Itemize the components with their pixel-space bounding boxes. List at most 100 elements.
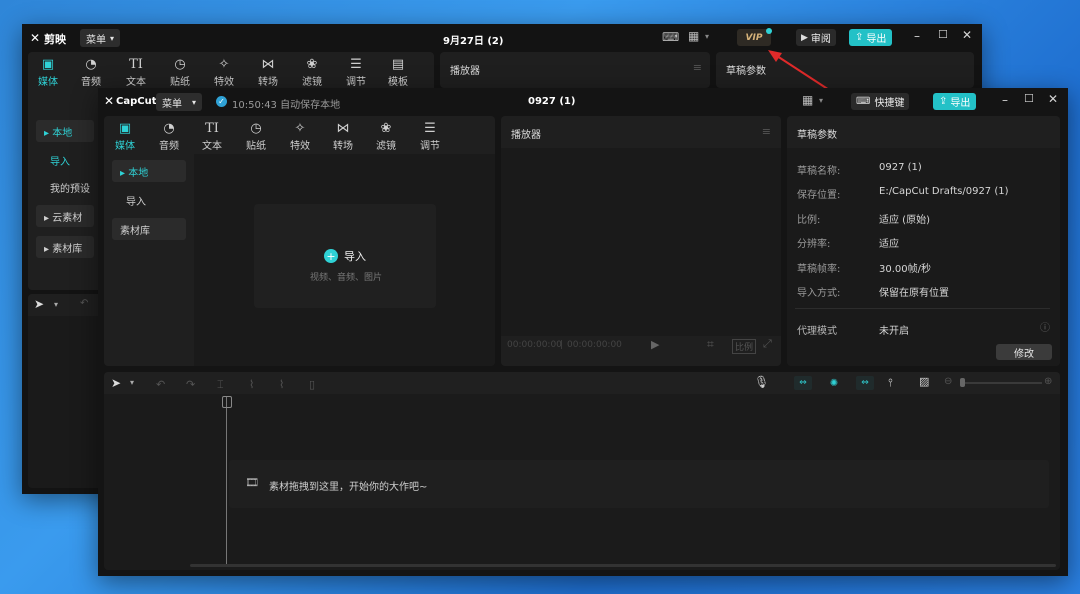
help-icon[interactable]: ⓘ: [1040, 319, 1050, 334]
back-menu-button[interactable]: 菜单 ▾: [80, 29, 121, 47]
back-tool-transition[interactable]: ⋈ 转场: [248, 56, 288, 89]
audio-icon: ◔: [163, 120, 175, 136]
back-logo-icon: ✕: [30, 31, 41, 45]
delete-icon[interactable]: ▯: [309, 378, 315, 391]
modify-button[interactable]: 修改: [996, 344, 1052, 360]
tool-filter[interactable]: ❀ 滤镜: [366, 120, 406, 153]
timeline-track-header: [104, 394, 190, 570]
minimize-icon[interactable]: –: [1002, 93, 1008, 107]
maximize-icon[interactable]: ☐: [938, 28, 948, 41]
back-sidebar-local[interactable]: ▸ 本地: [36, 120, 94, 142]
zoom-slider-handle[interactable]: [960, 378, 965, 387]
back-timeline-toolbar: ➤ ▾ ↶: [28, 294, 108, 316]
prop-resolution-value: 适应: [879, 239, 899, 250]
back-tool-effects[interactable]: ✧ 特效: [204, 56, 244, 89]
front-menu-button[interactable]: 菜单 ▾: [156, 93, 203, 111]
export-icon: ⇪: [939, 96, 948, 107]
draft-title: 草稿参数: [797, 130, 837, 141]
cursor-icon[interactable]: ➤: [34, 297, 44, 311]
back-sidebar-import[interactable]: 导入: [36, 149, 100, 171]
tool-effects[interactable]: ✧ 特效: [280, 120, 320, 153]
tool-text[interactable]: TI 文本: [192, 120, 232, 153]
shortcut-button[interactable]: ⌨ 快捷键: [851, 93, 910, 110]
tool-sticker[interactable]: ◷ 贴纸: [236, 120, 276, 153]
redo-icon[interactable]: ↷: [186, 378, 195, 391]
tool-audio[interactable]: ◔ 音频: [149, 120, 189, 153]
sticker-icon: ◷: [250, 120, 262, 136]
back-sidebar-cloud[interactable]: ▸ 云素材: [36, 205, 94, 227]
zoom-slider[interactable]: [962, 382, 1042, 384]
playhead-handle[interactable]: [222, 396, 232, 408]
tool-media[interactable]: ▣ 媒体: [105, 120, 145, 153]
sidebar-import[interactable]: 导入: [112, 189, 192, 211]
close-icon[interactable]: ✕: [962, 28, 972, 42]
sidebar-library[interactable]: 素材库: [112, 218, 186, 240]
prop-ratio-key: 比例:: [797, 215, 821, 226]
import-button[interactable]: + 导入: [324, 248, 366, 264]
menu-icon[interactable]: ≡: [762, 125, 771, 138]
chevron-down-icon: ▾: [192, 97, 197, 107]
menu-icon[interactable]: ≡: [693, 61, 702, 74]
modify-label: 修改: [1014, 348, 1034, 360]
back-sidebar-library[interactable]: ▸ 素材库: [36, 236, 94, 258]
back-tool-template[interactable]: ▤ 模板: [378, 56, 418, 89]
media-panel: ▣ 媒体 ◔ 音频 TI 文本 ◷ 贴纸 ✧ 特效 ⋈ 转场 ❀ 滤镜 ☰ 调节 ▸ 本地 导入…: [104, 116, 495, 366]
timeline-scrollbar[interactable]: [190, 564, 1056, 567]
layout-icon[interactable]: ▦: [802, 93, 813, 107]
timeline-drop-zone[interactable]: 🎞 素材拖拽到这里，开始你的大作吧~: [229, 460, 1049, 508]
main-track-magnet-icon[interactable]: ⇔: [794, 376, 812, 390]
front-titlebar: ✕ CapCut 菜单 ▾ ✓ 10:50:43 自动保存本地 0927 (1)…: [98, 88, 1068, 116]
sidebar-local[interactable]: ▸ 本地: [112, 160, 186, 182]
play-icon[interactable]: ▶: [651, 338, 659, 351]
split-right-icon[interactable]: ⌇: [279, 378, 284, 391]
fit-screen-icon[interactable]: ⌗: [707, 337, 714, 352]
cursor-icon[interactable]: ➤: [111, 376, 121, 390]
ratio-button[interactable]: 比例: [732, 339, 757, 354]
back-tool-filter[interactable]: ❀ 滤镜: [292, 56, 332, 89]
back-menu-label: 菜单: [86, 34, 106, 46]
shortcut-label: 快捷键: [874, 98, 905, 109]
proxy-mode-key: 代理模式: [797, 326, 837, 337]
back-tool-adjust[interactable]: ☰ 调节: [336, 56, 376, 89]
timeline-toolbar: ➤ ▾ ↶ ↷ ⌶ ⌇ ⌇ ▯ 🎙 ⇔ ✺ ⇔ ⫯ ▨ ⊖ ⊕: [104, 372, 1060, 394]
tool-adjust[interactable]: ☰ 调节: [410, 120, 450, 153]
tool-transition[interactable]: ⋈ 转场: [323, 120, 363, 153]
fullscreen-icon[interactable]: ⤢: [763, 337, 772, 351]
back-tool-sticker[interactable]: ◷ 贴纸: [160, 56, 200, 89]
prop-import-mode-value: 保留在原有位置: [879, 288, 949, 299]
keyboard-icon[interactable]: ⌨: [662, 30, 679, 44]
back-tool-media[interactable]: ▣ 媒体: [28, 56, 68, 89]
back-tool-text[interactable]: TI 文本: [116, 56, 156, 89]
front-window-title: 0927 (1): [528, 96, 576, 107]
autosave-check-icon: ✓: [216, 96, 227, 107]
layout-icon[interactable]: ▦: [688, 29, 699, 43]
back-sidebar-presets[interactable]: 我的预设: [36, 176, 100, 198]
link-icon[interactable]: ⇔: [856, 376, 874, 390]
microphone-icon[interactable]: 🎙: [754, 375, 769, 389]
front-export-button[interactable]: ⇪ 导出: [933, 93, 977, 110]
zoom-in-icon[interactable]: ⊕: [1044, 376, 1052, 387]
zoom-out-icon[interactable]: ⊖: [944, 376, 952, 387]
preview-axis-icon[interactable]: ⫯: [888, 376, 893, 390]
split-left-icon[interactable]: ⌇: [249, 378, 254, 391]
player-panel: 播放器 ≡ 00:00:00:00 | 00:00:00:00 ▶ ⌗ 比例 ⤢: [501, 116, 781, 366]
playhead[interactable]: [226, 396, 227, 566]
effects-icon: ✧: [218, 56, 230, 72]
import-drop-box[interactable]: + 导入 视频、音频、图片: [254, 204, 436, 308]
autosave-status: 10:50:43 自动保存本地: [232, 100, 341, 111]
minimize-icon[interactable]: –: [914, 29, 920, 43]
proxy-mode-value: 未开启: [879, 326, 909, 337]
player-viewport: [501, 148, 781, 336]
undo-icon[interactable]: ↶: [156, 378, 165, 391]
chevron-down-icon: ▾: [54, 300, 59, 309]
close-icon[interactable]: ✕: [1048, 92, 1058, 106]
maximize-icon[interactable]: ☐: [1024, 92, 1034, 105]
thumbnail-icon[interactable]: ▨: [919, 375, 929, 388]
back-export-button[interactable]: ⇪ 导出: [849, 29, 893, 46]
chevron-down-icon: ▾: [130, 378, 135, 387]
review-label: 审阅: [810, 34, 831, 45]
split-icon[interactable]: ⌶: [217, 378, 224, 392]
back-tool-audio[interactable]: ◔ 音频: [71, 56, 111, 89]
undo-icon[interactable]: ↶: [80, 298, 88, 309]
auto-snap-icon[interactable]: ✺: [825, 376, 843, 390]
